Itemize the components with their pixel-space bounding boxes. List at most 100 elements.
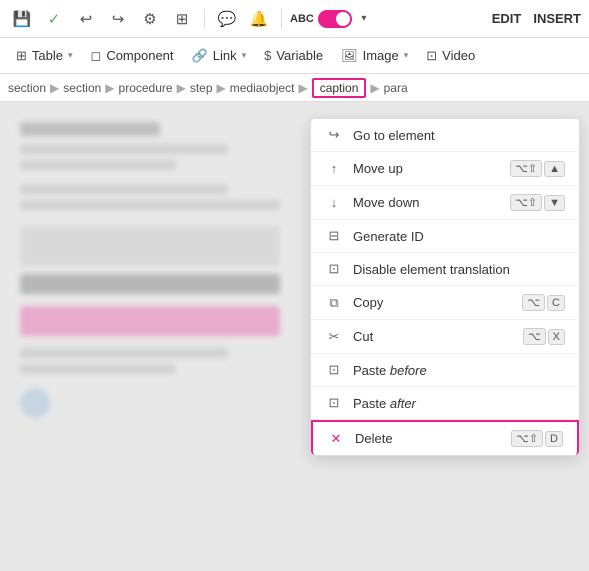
breadcrumb-step[interactable]: step bbox=[190, 81, 213, 95]
move-up-item[interactable]: ↑ Move up ⌥⇧ ▲ bbox=[311, 152, 579, 186]
undo-icon[interactable]: ↩ bbox=[72, 5, 100, 33]
generate-id-label: Generate ID bbox=[353, 229, 565, 244]
move-down-kbd2: ▼ bbox=[544, 195, 565, 211]
link-chevron-icon: ▾ bbox=[242, 50, 247, 61]
image-menu-item[interactable]: 🖼 Image ▾ bbox=[333, 44, 416, 68]
image-chevron-icon: ▾ bbox=[404, 50, 409, 61]
breadcrumb-sep-2: ▶ bbox=[105, 81, 114, 95]
divider-2 bbox=[281, 9, 282, 29]
divider-1 bbox=[204, 9, 205, 29]
move-up-label: Move up bbox=[353, 161, 500, 176]
breadcrumb-procedure[interactable]: procedure bbox=[119, 81, 173, 95]
move-down-label: Move down bbox=[353, 195, 500, 210]
move-down-icon: ↓ bbox=[325, 195, 343, 210]
breadcrumb-caption[interactable]: caption bbox=[312, 78, 367, 98]
context-menu: ↪ Go to element ↑ Move up ⌥⇧ ▲ ↓ Move do… bbox=[310, 118, 580, 456]
link-icon: 🔗 bbox=[192, 48, 208, 64]
move-up-kbd2: ▲ bbox=[544, 161, 565, 177]
disable-translation-label: Disable element translation bbox=[353, 262, 565, 277]
move-up-icon: ↑ bbox=[325, 161, 343, 176]
toolbar-right: EDIT INSERT bbox=[492, 11, 581, 26]
paste-after-item[interactable]: ⊡ Paste after bbox=[311, 387, 579, 420]
generate-id-icon: ⊟ bbox=[325, 228, 343, 244]
cut-kbd1: ⌥ bbox=[523, 328, 546, 345]
chevron-down-icon[interactable]: ▾ bbox=[356, 5, 372, 33]
copy-item[interactable]: ⧉ Copy ⌥ C bbox=[311, 286, 579, 320]
component-label: Component bbox=[106, 48, 173, 63]
toggle-switch[interactable] bbox=[318, 10, 352, 28]
move-up-shortcut: ⌥⇧ ▲ bbox=[510, 160, 565, 177]
check-icon[interactable]: ✓ bbox=[40, 5, 68, 33]
disable-translation-item[interactable]: ⊡ Disable element translation bbox=[311, 253, 579, 286]
save-icon[interactable]: 💾 bbox=[8, 5, 36, 33]
cut-shortcut: ⌥ X bbox=[523, 328, 565, 345]
variable-icon: $ bbox=[264, 48, 271, 63]
copy-kbd1: ⌥ bbox=[522, 294, 545, 311]
page-background bbox=[0, 102, 300, 438]
component-icon: ◻ bbox=[91, 48, 102, 64]
paste-after-label: Paste after bbox=[353, 396, 565, 411]
table-icon: ⊞ bbox=[16, 48, 27, 64]
cut-kbd2: X bbox=[548, 329, 565, 345]
variable-menu-item[interactable]: $ Variable bbox=[256, 44, 331, 67]
breadcrumb-sep-4: ▶ bbox=[217, 81, 226, 95]
delete-label: Delete bbox=[355, 431, 501, 446]
breadcrumb-section2[interactable]: section bbox=[63, 81, 101, 95]
move-up-kbd1: ⌥⇧ bbox=[510, 160, 542, 177]
cut-item[interactable]: ✂ Cut ⌥ X bbox=[311, 320, 579, 354]
edit-button[interactable]: EDIT bbox=[492, 11, 522, 26]
go-to-element-icon: ↪ bbox=[325, 127, 343, 143]
cut-icon: ✂ bbox=[325, 329, 343, 345]
go-to-element-item[interactable]: ↪ Go to element bbox=[311, 119, 579, 152]
breadcrumb-sep-3: ▶ bbox=[177, 81, 186, 95]
go-to-element-label: Go to element bbox=[353, 128, 565, 143]
paste-before-label: Paste before bbox=[353, 363, 565, 378]
comment-icon[interactable]: 💬 bbox=[213, 5, 241, 33]
breadcrumb-mediaobject[interactable]: mediaobject bbox=[230, 81, 295, 95]
link-menu-item[interactable]: 🔗 Link ▾ bbox=[184, 44, 255, 68]
copy-icon: ⧉ bbox=[325, 295, 343, 311]
copy-kbd2: C bbox=[547, 295, 565, 311]
bell-icon[interactable]: 🔔 bbox=[245, 5, 273, 33]
video-icon: ⊡ bbox=[426, 48, 437, 64]
delete-icon: ✕ bbox=[327, 431, 345, 447]
video-menu-item[interactable]: ⊡ Video bbox=[418, 44, 483, 68]
toggle-area: ABC bbox=[290, 10, 352, 28]
insert-button[interactable]: INSERT bbox=[533, 11, 581, 26]
paste-after-icon: ⊡ bbox=[325, 395, 343, 411]
top-toolbar: 💾 ✓ ↩ ↪ ⚙ ⊞ 💬 🔔 ABC ▾ EDIT INSERT bbox=[0, 0, 589, 38]
delete-shortcut: ⌥⇧ D bbox=[511, 430, 563, 447]
delete-kbd1: ⌥⇧ bbox=[511, 430, 543, 447]
abc-label: ABC bbox=[290, 13, 314, 25]
breadcrumb-sep-1: ▶ bbox=[50, 81, 59, 95]
settings-icon[interactable]: ⚙ bbox=[136, 5, 164, 33]
image-label: Image bbox=[363, 48, 399, 63]
copy-label: Copy bbox=[353, 295, 512, 310]
move-down-item[interactable]: ↓ Move down ⌥⇧ ▼ bbox=[311, 186, 579, 220]
delete-kbd2: D bbox=[545, 431, 563, 447]
generate-id-item[interactable]: ⊟ Generate ID bbox=[311, 220, 579, 253]
breadcrumb-sep-5: ▶ bbox=[298, 81, 307, 95]
move-down-shortcut: ⌥⇧ ▼ bbox=[510, 194, 565, 211]
breadcrumb-sep-6: ▶ bbox=[370, 81, 379, 95]
move-down-kbd1: ⌥⇧ bbox=[510, 194, 542, 211]
table-label: Table bbox=[32, 48, 63, 63]
breadcrumb-section1[interactable]: section bbox=[8, 81, 46, 95]
copy-shortcut: ⌥ C bbox=[522, 294, 565, 311]
insert-toolbar: ⊞ Table ▾ ◻ Component 🔗 Link ▾ $ Variabl… bbox=[0, 38, 589, 74]
layout-icon[interactable]: ⊞ bbox=[168, 5, 196, 33]
table-menu-item[interactable]: ⊞ Table ▾ bbox=[8, 44, 81, 68]
variable-label: Variable bbox=[276, 48, 323, 63]
paste-before-icon: ⊡ bbox=[325, 362, 343, 378]
breadcrumb: section ▶ section ▶ procedure ▶ step ▶ m… bbox=[0, 74, 589, 102]
disable-translation-icon: ⊡ bbox=[325, 261, 343, 277]
breadcrumb-para[interactable]: para bbox=[384, 81, 408, 95]
link-label: Link bbox=[213, 48, 237, 63]
main-content: ↪ Go to element ↑ Move up ⌥⇧ ▲ ↓ Move do… bbox=[0, 102, 589, 571]
delete-item[interactable]: ✕ Delete ⌥⇧ D bbox=[311, 420, 579, 455]
table-chevron-icon: ▾ bbox=[68, 50, 73, 61]
paste-before-item[interactable]: ⊡ Paste before bbox=[311, 354, 579, 387]
component-menu-item[interactable]: ◻ Component bbox=[83, 44, 182, 68]
video-label: Video bbox=[442, 48, 475, 63]
redo-icon[interactable]: ↪ bbox=[104, 5, 132, 33]
